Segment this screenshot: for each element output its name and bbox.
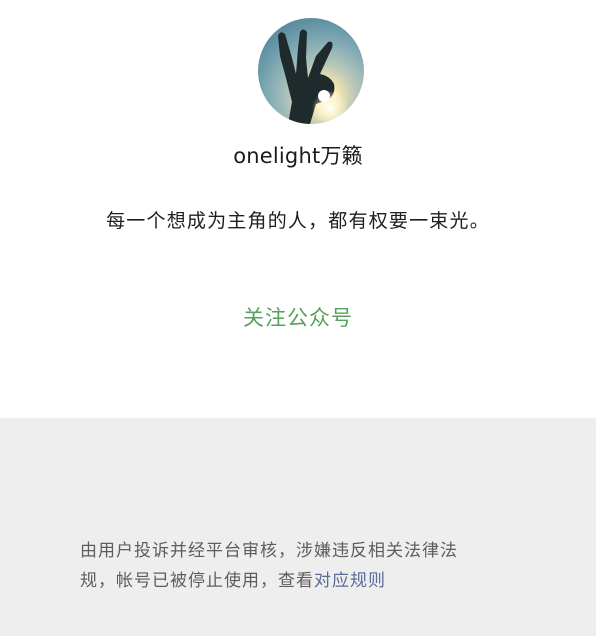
suspension-notice: 由用户投诉并经平台审核，涉嫌违反相关法律法 规，帐号已被停止使用，查看对应规则 [80,536,520,596]
profile-section: onelight万籁 每一个想成为主角的人，都有权要一束光。 关注公众号 [0,0,596,418]
rules-link[interactable]: 对应规则 [314,571,386,591]
avatar [258,18,364,124]
hand-ok-sunlight-icon [278,29,350,124]
follow-button[interactable]: 关注公众号 [0,302,596,332]
notice-line-1: 由用户投诉并经平台审核，涉嫌违反相关法律法 [80,541,458,561]
notice-line-2-text: 规，帐号已被停止使用，查看 [80,571,314,591]
notice-line-2: 规，帐号已被停止使用，查看对应规则 [80,566,520,596]
suspension-notice-panel: 由用户投诉并经平台审核，涉嫌违反相关法律法 规，帐号已被停止使用，查看对应规则 [0,418,596,636]
account-page: onelight万籁 每一个想成为主角的人，都有权要一束光。 关注公众号 由用户… [0,0,596,636]
account-name: onelight万籁 [233,144,363,168]
account-bio: 每一个想成为主角的人，都有权要一束光。 [106,210,490,232]
